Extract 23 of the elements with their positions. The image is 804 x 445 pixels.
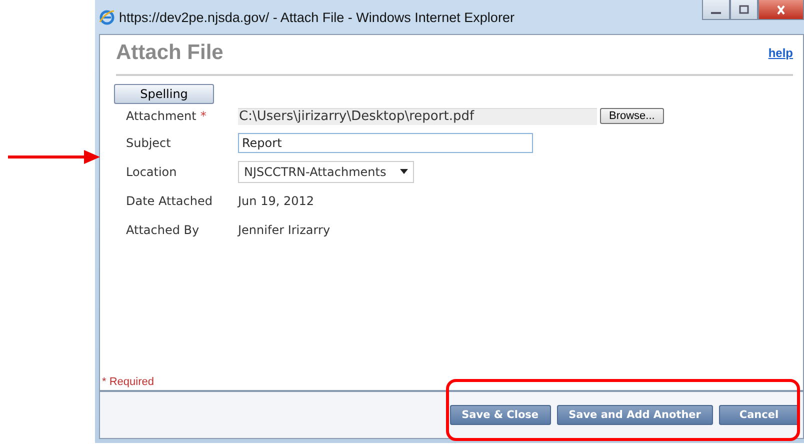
required-note: * Required [101, 376, 155, 390]
required-mark: * [200, 109, 206, 123]
caret-icon [400, 169, 408, 174]
field-value: Jennifer Irizarry [238, 222, 330, 236]
location-dropdown[interactable]: NJSCCTRN-Attachments [238, 160, 414, 182]
subject-field[interactable]: Report [238, 132, 533, 152]
field-label: Subject [126, 136, 171, 150]
window-title: https://dev2pe.njsda.gov/ - Attach File - Windows Internet Explorer [119, 10, 516, 24]
spelling-button[interactable]: Spelling [114, 84, 214, 104]
dialog-heading: Attach File [116, 41, 224, 65]
field-label: Date Attached [126, 194, 212, 208]
file-path-field[interactable]: C:\Users\jirizarry\Desktop\report.pdf [238, 108, 597, 124]
maximize-button[interactable] [730, 0, 758, 20]
browse-button[interactable]: Browse... [600, 108, 664, 124]
field-label: Attached By [126, 222, 200, 236]
help-link[interactable]: help [768, 46, 793, 60]
browser-logo-icon [99, 9, 115, 25]
minimize-icon [711, 12, 721, 14]
field-label: Attachment [126, 109, 196, 123]
close-button[interactable] [758, 0, 804, 20]
field-value: Jun 19, 2012 [238, 194, 314, 208]
minimize-button[interactable] [702, 0, 730, 20]
field-label: Location [126, 164, 177, 178]
